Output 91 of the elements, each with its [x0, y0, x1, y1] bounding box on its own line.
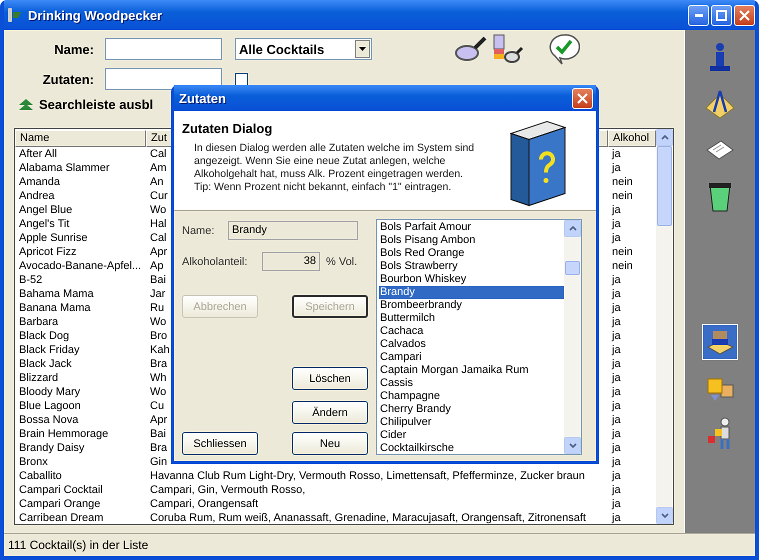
table-cell: Apr — [150, 245, 168, 259]
table-cell: Blue Lagoon — [19, 399, 81, 413]
table-cell: Black Dog — [19, 329, 70, 343]
table-cell: Andrea — [19, 189, 54, 203]
table-cell: Carribean Dream — [19, 511, 104, 525]
unit-label: % Vol. — [326, 256, 358, 268]
table-cell: Alabama Slammer — [19, 161, 110, 175]
table-cell: Apr — [150, 413, 168, 427]
table-cell: Brain Hemmorage — [19, 427, 108, 441]
table-cell: nein — [612, 189, 633, 203]
table-cell: ja — [612, 161, 621, 175]
table-cell: Bai — [150, 427, 166, 441]
table-cell: Jar — [150, 287, 166, 301]
table-cell: Campari, Orangensaft — [150, 497, 258, 511]
table-cell: ja — [612, 329, 621, 343]
table-cell: ja — [612, 357, 621, 371]
table-cell: Campari Cocktail — [19, 483, 103, 497]
table-cell: ja — [612, 413, 621, 427]
table-cell: Am — [150, 161, 166, 175]
table-cell: Barbara — [19, 315, 58, 329]
alcohol-label: Alkoholanteil: — [182, 256, 248, 268]
table-cell: Bloody Mary — [19, 385, 80, 399]
table-cell: ja — [612, 301, 621, 315]
table-cell: Amanda — [19, 175, 60, 189]
table-cell: Avocado-Banane-Apfel... — [19, 259, 142, 273]
table-cell: Wo — [150, 203, 166, 217]
status-text: 111 Cocktail(s) in der Liste — [7, 538, 148, 552]
table-cell: Campari, Gin, Vermouth Rosso, — [150, 483, 306, 497]
dialog-title: Zutaten — [179, 90, 226, 106]
table-cell: ja — [612, 273, 621, 287]
table-cell: Cu — [150, 399, 164, 413]
table-cell: Kah — [150, 343, 170, 357]
dialog-description: In diesen Dialog werden alle Zutaten welche im System sind angezeigt. Wenn Sie eine neue Zutat anlegen, welche Alkoholgehalt hat, muss Alk. Prozent eingetragen werden. Tip: Wenn Prozent nicht bekannt, einfach "1" eintragen. — [194, 142, 476, 194]
table-cell: Caballito — [19, 469, 62, 483]
table-cell: B-52 — [19, 273, 42, 287]
table-cell: Brandy Daisy — [19, 441, 84, 455]
table-cell: Bra — [150, 441, 168, 455]
table-cell: Campari Orange — [19, 497, 100, 511]
table-cell: Wo — [150, 315, 166, 329]
table-cell: ja — [612, 203, 621, 217]
table-cell: ja — [612, 371, 621, 385]
table-cell: Apricot Fizz — [19, 245, 76, 259]
table-cell: Bahama Mama — [19, 287, 94, 301]
table-cell: Apple Sunrise — [19, 231, 88, 245]
table-cell: Wo — [150, 385, 166, 399]
table-cell: Bossa Nova — [19, 413, 78, 427]
table-cell: Black Friday — [19, 343, 80, 357]
table-cell: An — [150, 175, 164, 189]
table-cell: ja — [612, 385, 621, 399]
table-cell: ja — [612, 497, 621, 511]
table-cell: Hal — [150, 217, 167, 231]
table-cell: ja — [612, 315, 621, 329]
table-cell: Bra — [150, 357, 168, 371]
dialog-heading: Zutaten Dialog — [182, 121, 274, 136]
window-title: Drinking Woodpecker — [28, 8, 162, 22]
table-cell: Angel Blue — [19, 203, 72, 217]
table-cell: ja — [612, 231, 621, 245]
table-cell: Gin — [150, 455, 168, 469]
table-cell: nein — [612, 175, 633, 189]
name-label: Name: — [182, 224, 216, 236]
ingredients-label: Zutaten: — [42, 72, 94, 86]
table-cell: ja — [612, 469, 621, 483]
table-cell: Banana Mama — [19, 301, 91, 315]
table-cell: Blizzard — [19, 371, 58, 385]
table-cell: ja — [612, 343, 621, 357]
table-cell: Bai — [150, 273, 166, 287]
table-cell: ja — [612, 511, 621, 525]
table-cell: nein — [612, 245, 633, 259]
table-cell: Angel's Tit — [19, 217, 70, 231]
table-cell: Black Jack — [19, 357, 72, 371]
table-cell: ja — [612, 217, 621, 231]
table-cell: Bro — [150, 329, 168, 343]
table-cell: ja — [612, 287, 621, 301]
table-cell: After All — [19, 147, 57, 161]
table-cell: Havanna Club Rum Light-Dry, Vermouth Rosso, Limettensaft, Pfefferminze, Zucker braun — [150, 469, 585, 483]
table-cell: Cal — [150, 147, 167, 161]
table-cell: Coruba Rum, Rum weiß, Ananassaft, Grenadine, Maracujasaft, Orangensaft, Zitronensaft — [150, 511, 586, 525]
table-cell: ja — [612, 427, 621, 441]
table-cell: nein — [612, 259, 633, 273]
table-cell: Cur — [150, 189, 168, 203]
table-cell: ja — [612, 455, 621, 469]
table-cell: Wh — [150, 371, 166, 385]
table-cell: Cal — [150, 231, 167, 245]
name-label: Name: — [53, 42, 94, 56]
table-cell: Bronx — [19, 455, 48, 469]
table-cell: ja — [612, 483, 621, 497]
table-cell: Ru — [150, 301, 164, 315]
table-cell: ja — [612, 441, 621, 455]
table-cell: ja — [612, 147, 621, 161]
table-cell: ja — [612, 399, 621, 413]
table-cell: Ap — [150, 259, 164, 273]
